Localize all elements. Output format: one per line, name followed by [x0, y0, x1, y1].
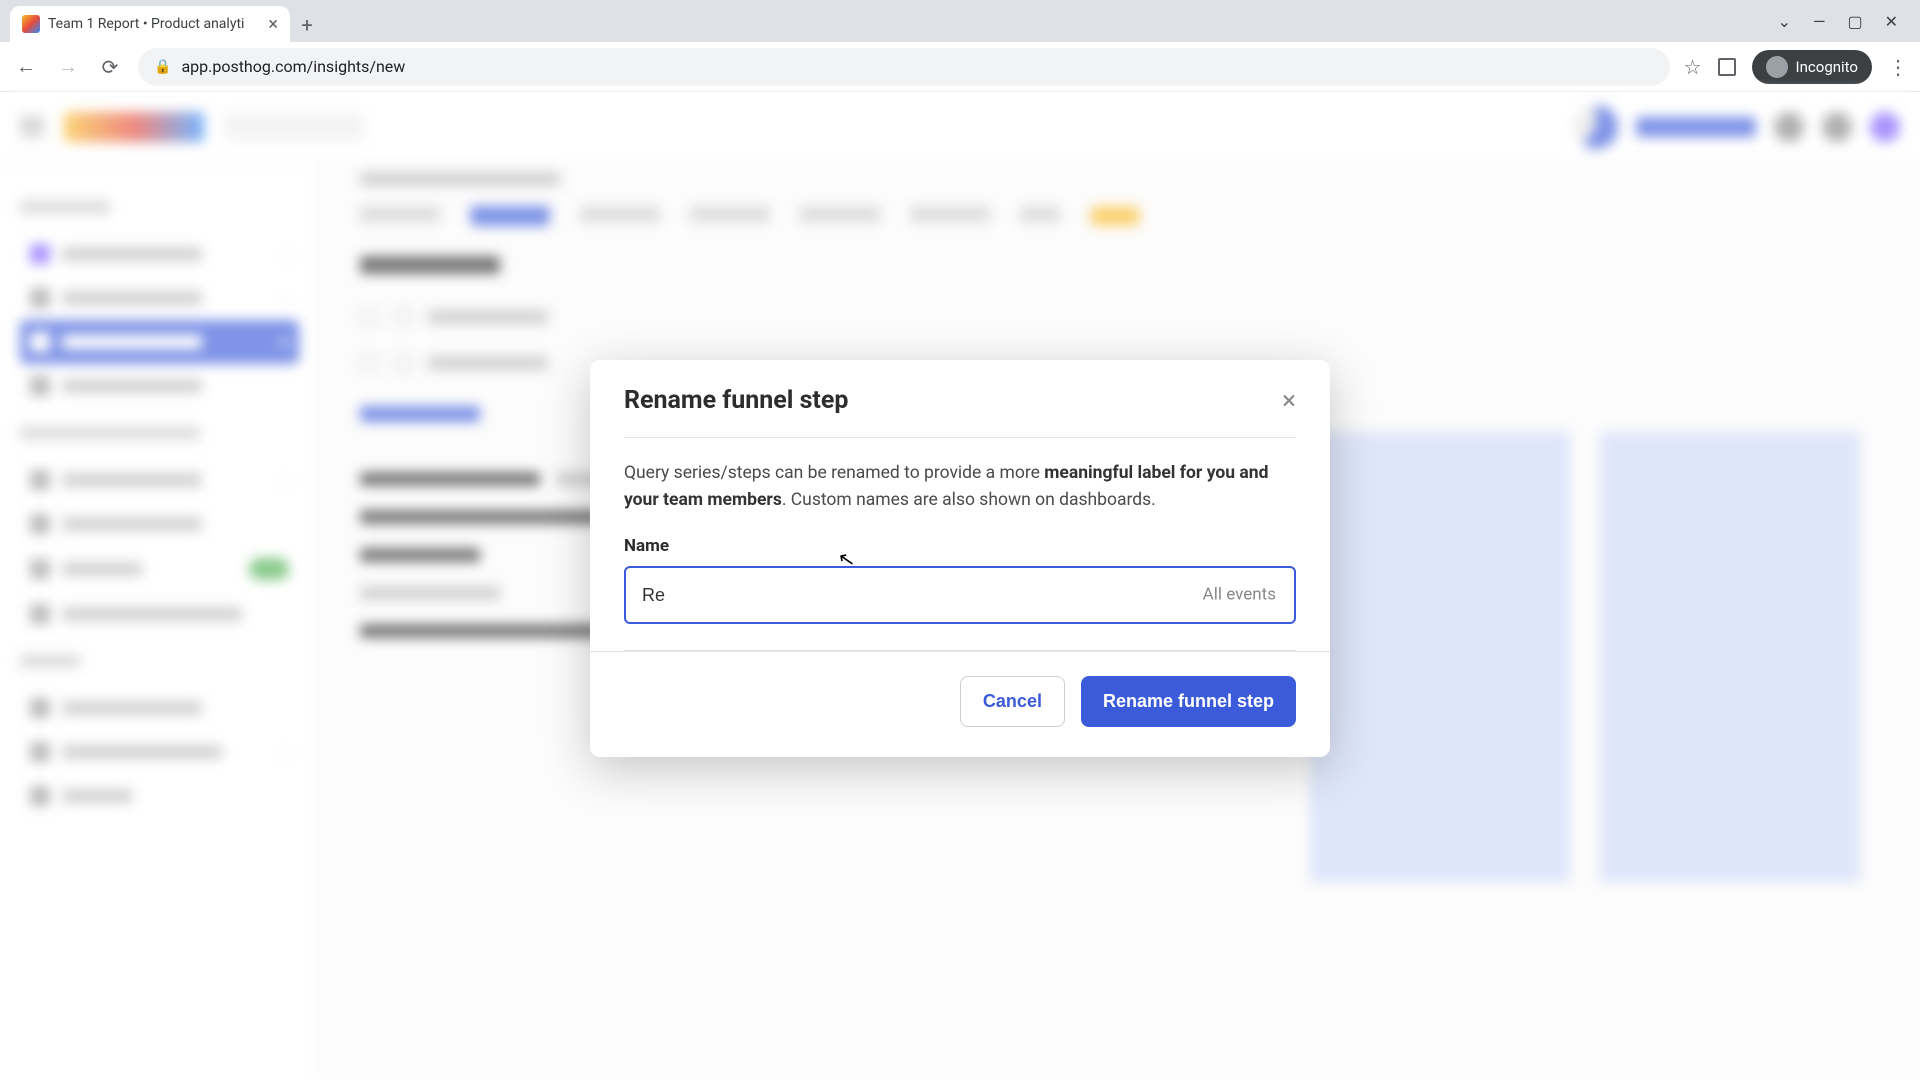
- maximize-icon[interactable]: ▢: [1847, 12, 1862, 31]
- incognito-badge[interactable]: Incognito: [1752, 50, 1872, 84]
- close-icon[interactable]: ×: [1282, 388, 1296, 414]
- minimize-icon[interactable]: —: [1813, 12, 1826, 31]
- incognito-label: Incognito: [1796, 58, 1858, 76]
- window-controls: ⌄ — ▢ ✕: [1756, 0, 1920, 42]
- name-input[interactable]: [624, 566, 1296, 624]
- extensions-icon[interactable]: [1718, 58, 1736, 76]
- caret-down-icon[interactable]: ⌄: [1778, 12, 1791, 31]
- rename-funnel-step-modal: Rename funnel step × Query series/steps …: [590, 360, 1330, 757]
- modal-footer: Cancel Rename funnel step: [590, 651, 1330, 757]
- modal-description: Query series/steps can be renamed to pro…: [624, 460, 1296, 514]
- browser-chrome: Team 1 Report • Product analyti × + ⌄ — …: [0, 0, 1920, 92]
- address-bar: ← → ⟳ 🔒 app.posthog.com/insights/new ☆ I…: [0, 42, 1920, 92]
- close-window-icon[interactable]: ✕: [1885, 12, 1898, 31]
- new-tab-button[interactable]: +: [290, 8, 324, 42]
- rename-funnel-step-button[interactable]: Rename funnel step: [1081, 676, 1296, 727]
- url-text: app.posthog.com/insights/new: [181, 57, 405, 76]
- close-tab-icon[interactable]: ×: [268, 14, 278, 35]
- forward-button: →: [54, 53, 82, 81]
- browser-tab[interactable]: Team 1 Report • Product analyti ×: [10, 6, 290, 42]
- bookmark-icon[interactable]: ☆: [1684, 55, 1702, 79]
- lock-icon: 🔒: [154, 59, 171, 75]
- reload-button[interactable]: ⟳: [96, 53, 124, 81]
- incognito-icon: [1766, 56, 1788, 78]
- modal-header: Rename funnel step ×: [590, 360, 1330, 437]
- url-field[interactable]: 🔒 app.posthog.com/insights/new: [138, 48, 1670, 86]
- name-input-wrapper: All events: [624, 566, 1296, 624]
- back-button[interactable]: ←: [12, 53, 40, 81]
- modal-backdrop[interactable]: Rename funnel step × Query series/steps …: [0, 92, 1920, 1080]
- tab-bar: Team 1 Report • Product analyti × + ⌄ — …: [0, 0, 1920, 42]
- modal-body: Query series/steps can be renamed to pro…: [590, 438, 1330, 650]
- menu-icon[interactable]: ⋮: [1888, 55, 1908, 79]
- cancel-button[interactable]: Cancel: [960, 676, 1065, 727]
- name-input-placeholder: All events: [1203, 585, 1276, 606]
- modal-title: Rename funnel step: [624, 386, 848, 415]
- tab-title: Team 1 Report • Product analyti: [48, 16, 244, 32]
- favicon: [22, 15, 40, 33]
- name-field-label: Name: [624, 536, 1296, 556]
